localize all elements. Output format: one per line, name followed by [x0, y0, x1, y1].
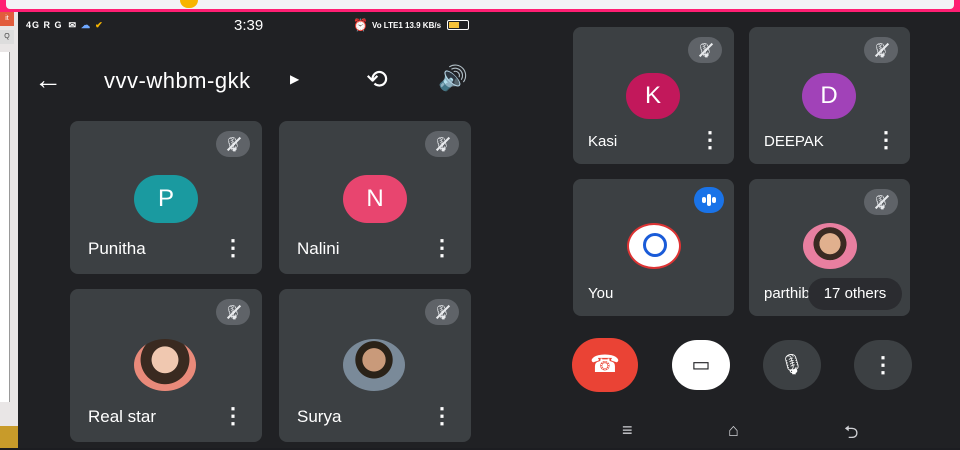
signal-indicators: 4G R G ✉ ☁ ✔ [26, 16, 104, 34]
participant-name: Kasi [588, 133, 618, 150]
more-vert-icon[interactable]: ⋮ [222, 237, 244, 259]
back-arrow-icon[interactable]: ← [34, 66, 62, 94]
mail-icon: ✉ [68, 19, 78, 30]
participant-name: Punitha [88, 239, 146, 258]
switch-camera-icon[interactable]: ⟲ [366, 64, 388, 95]
muted-mic-icon: 🎙 [864, 37, 898, 63]
participant-name: Surya [297, 407, 342, 426]
camera-toggle-button[interactable]: ▭ [672, 340, 730, 390]
participant-tile[interactable]: 🎙 Surya ⋮ [279, 289, 471, 442]
profile-photo [343, 339, 405, 391]
meeting-header: ← vvv-whbm-gkk ▶ ⟲ 🔊 [30, 60, 500, 100]
signal-text: 4G R G [26, 20, 63, 30]
home-nav-icon[interactable]: ⌂ [728, 420, 739, 441]
more-vert-icon[interactable]: ⋮ [431, 405, 453, 427]
muted-mic-icon: 🎙 [216, 299, 250, 325]
more-vert-icon[interactable]: ⋮ [875, 129, 897, 151]
menu-nav-icon[interactable]: ≡ [622, 420, 633, 441]
top-border-inner [6, 0, 954, 9]
end-call-button[interactable]: ☎ [572, 338, 638, 392]
avatar: P [134, 175, 198, 223]
more-vert-icon[interactable]: ⋮ [431, 237, 453, 259]
mic-icon: 🎙 [779, 354, 805, 376]
battery-icon [447, 20, 470, 30]
network-speed: Vo LTE1 13.9 KB/s [371, 20, 442, 30]
participant-name: Nalini [297, 239, 340, 258]
participant-name: Real star [88, 407, 157, 426]
profile-photo [803, 223, 857, 269]
participant-tile[interactable]: 🎙 P Punitha ⋮ [70, 121, 262, 274]
hang-up-icon: ☎ [590, 351, 620, 378]
muted-mic-icon: 🎙 [864, 189, 898, 215]
strip-panel [0, 52, 10, 402]
muted-mic-icon: 🎙 [425, 299, 459, 325]
speaker-icon[interactable]: 🔊 [438, 64, 468, 93]
mic-toggle-button[interactable]: 🎙 [763, 340, 821, 390]
participant-tile[interactable]: 🎙 N Nalini ⋮ [279, 121, 471, 274]
more-options-button[interactable]: ⋮ [854, 340, 912, 390]
participant-name: You [588, 285, 614, 302]
avatar: D [802, 73, 856, 119]
top-border [0, 0, 960, 12]
clock: 3:39 [234, 16, 264, 34]
logo-avatar [627, 223, 681, 269]
logo-emblem-icon [643, 233, 667, 257]
participant-tile[interactable]: 🎙 D DEEPAK ⋮ [749, 27, 910, 164]
muted-mic-icon: 🎙 [216, 131, 250, 157]
muted-mic-icon: 🎙 [425, 131, 459, 157]
strip-search[interactable]: Q [0, 30, 14, 44]
camera-off-icon: ▭ [691, 354, 711, 376]
participant-tile[interactable]: 🎙 Real star ⋮ [70, 289, 262, 442]
meeting-code[interactable]: vvv-whbm-gkk [104, 68, 251, 94]
more-vert-icon[interactable]: ⋮ [222, 405, 244, 427]
alarm-icon: ⏰ [353, 18, 368, 32]
participant-name: DEEPAK [764, 133, 824, 150]
strip-footer [0, 426, 18, 448]
status-right: ⏰ Vo LTE1 13.9 KB/s [353, 16, 470, 34]
left-browser-strip: it Q [0, 12, 18, 448]
profile-photo [134, 339, 196, 391]
participant-name: parthib [764, 285, 810, 302]
participant-tile[interactable]: 🎙 K Kasi ⋮ [573, 27, 734, 164]
avatar: N [343, 175, 407, 223]
back-nav-icon[interactable]: ⮌ [844, 420, 858, 450]
others-count-badge[interactable]: 17 others [808, 278, 902, 310]
check-icon: ✔ [95, 19, 104, 30]
chevron-right-icon[interactable]: ▶ [290, 72, 299, 86]
speaking-indicator-icon [694, 187, 724, 213]
more-vert-icon[interactable]: ⋮ [699, 129, 721, 151]
muted-mic-icon: 🎙 [688, 37, 722, 63]
avatar: K [626, 73, 680, 119]
participant-tile-self[interactable]: You [573, 179, 734, 316]
more-vert-icon: ⋮ [872, 352, 894, 377]
strip-tab[interactable]: it [0, 12, 14, 26]
cloud-icon: ☁ [81, 19, 92, 30]
